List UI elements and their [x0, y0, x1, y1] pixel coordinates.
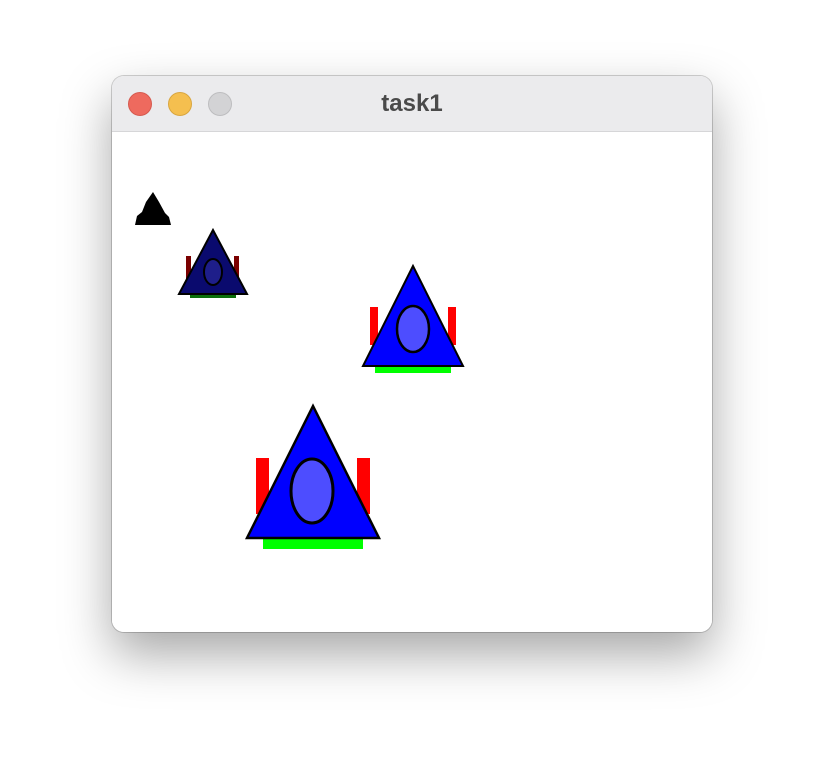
drawing-canvas: [112, 132, 712, 632]
dim-ship-icon: [177, 227, 249, 298]
app-window: task1: [112, 76, 712, 632]
large-ship-icon: [244, 403, 382, 549]
tiny-ship-icon: [135, 192, 171, 225]
medium-ship-icon: [361, 263, 465, 373]
canvas-svg: [135, 192, 465, 549]
window-title: task1: [381, 90, 443, 117]
title-bar[interactable]: task1: [112, 76, 712, 132]
